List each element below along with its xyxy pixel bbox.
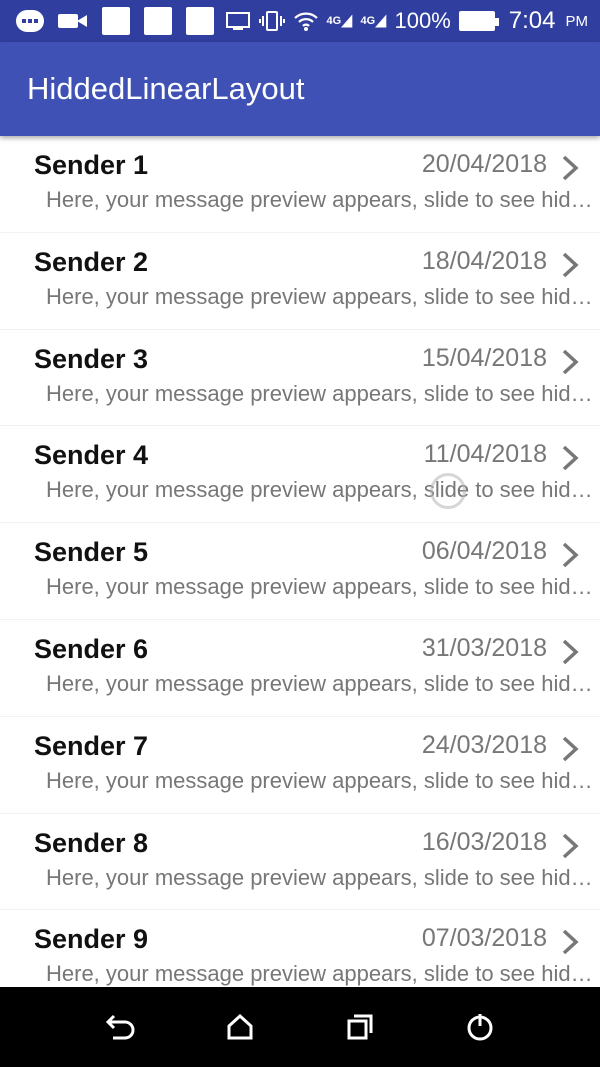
navigation-bar: [0, 987, 600, 1067]
list-item[interactable]: Sender 5 06/04/2018 Here, your message p…: [0, 523, 600, 620]
signal-icon: 4G: [361, 10, 387, 32]
message-date: 06/04/2018: [421, 537, 547, 566]
message-date: 20/04/2018: [421, 150, 547, 178]
battery-percent: 100%: [394, 8, 451, 33]
signal-icon: 4G: [327, 10, 353, 32]
status-notifications: [16, 7, 214, 35]
message-preview: Here, your message preview appears, slid…: [46, 961, 593, 987]
chevron-right-icon[interactable]: [558, 540, 582, 570]
status-indicators: 4G 4G 100% 7:04 PM: [225, 7, 589, 35]
chevron-right-icon[interactable]: [558, 734, 582, 764]
message-date: 16/03/2018: [421, 827, 547, 856]
chevron-right-icon[interactable]: [558, 347, 582, 377]
clock-ampm: PM: [565, 12, 589, 30]
clock-time: 7:04: [508, 7, 556, 34]
power-button[interactable]: [460, 1007, 500, 1047]
app-title: HiddedLinearLayout: [27, 71, 305, 106]
message-list[interactable]: Sender 1 20/04/2018 Here, your message p…: [0, 136, 600, 987]
notification-icon: [144, 7, 172, 35]
sender-name: Sender 3: [34, 343, 149, 374]
sender-name: Sender 6: [34, 633, 149, 664]
chevron-right-icon[interactable]: [558, 443, 582, 473]
battery-icon: [458, 11, 499, 31]
sender-name: Sender 9: [34, 924, 149, 955]
notification-icon: [102, 7, 130, 35]
vibrate-icon: [258, 10, 285, 32]
message-date: 07/03/2018: [421, 924, 547, 953]
signal-label: 4G: [360, 15, 376, 27]
list-item[interactable]: Sender 9 07/03/2018 Here, your message p…: [0, 910, 600, 987]
message-preview: Here, your message preview appears, slid…: [46, 864, 593, 890]
message-preview: Here, your message preview appears, slid…: [46, 477, 593, 503]
video-icon: [58, 12, 88, 30]
sender-name: Sender 8: [34, 827, 149, 858]
sender-name: Sender 7: [34, 730, 149, 761]
sender-name: Sender 5: [34, 537, 149, 568]
home-button[interactable]: [220, 1007, 260, 1047]
list-item[interactable]: Sender 7 24/03/2018 Here, your message p…: [0, 717, 600, 814]
back-button[interactable]: [100, 1007, 140, 1047]
sender-name: Sender 1: [34, 150, 149, 180]
message-date: 11/04/2018: [423, 440, 547, 469]
list-item[interactable]: Sender 1 20/04/2018 Here, your message p…: [0, 136, 600, 233]
message-date: 24/03/2018: [421, 730, 547, 759]
touch-indicator: [430, 473, 466, 509]
message-preview: Here, your message preview appears, slid…: [46, 767, 593, 793]
status-bar: 4G 4G 100% 7:04 PM: [0, 0, 600, 42]
message-preview: Here, your message preview appears, slid…: [46, 187, 593, 212]
message-preview: Here, your message preview appears, slid…: [46, 670, 593, 696]
notification-icon: [186, 7, 214, 35]
home-icon: [227, 1013, 253, 1040]
wifi-icon: [293, 10, 319, 32]
list-item[interactable]: Sender 6 31/03/2018 Here, your message p…: [0, 620, 600, 717]
sender-name: Sender 4: [34, 440, 149, 471]
chevron-right-icon[interactable]: [558, 927, 582, 957]
back-icon: [105, 1014, 135, 1040]
chevron-right-icon[interactable]: [558, 153, 582, 183]
power-icon: [467, 1014, 493, 1041]
list-item[interactable]: Sender 2 18/04/2018 Here, your message p…: [0, 233, 600, 330]
list-item[interactable]: Sender 3 15/04/2018 Here, your message p…: [0, 330, 600, 427]
app-bar: HiddedLinearLayout: [0, 42, 600, 136]
cast-icon: [225, 10, 251, 32]
recents-icon: [347, 1014, 373, 1040]
list-item[interactable]: Sender 8 16/03/2018 Here, your message p…: [0, 814, 600, 911]
message-date: 18/04/2018: [421, 246, 547, 275]
sender-name: Sender 2: [34, 246, 149, 277]
list-item[interactable]: Sender 4 11/04/2018 Here, your message p…: [0, 426, 600, 524]
chevron-right-icon[interactable]: [558, 831, 582, 861]
chat-bubble-icon: [16, 10, 44, 32]
signal-label: 4G: [326, 15, 342, 27]
message-preview: Here, your message preview appears, slid…: [46, 283, 593, 309]
message-date: 31/03/2018: [421, 633, 547, 662]
chevron-right-icon[interactable]: [558, 250, 582, 280]
message-preview: Here, your message preview appears, slid…: [46, 380, 593, 406]
chevron-right-icon[interactable]: [558, 637, 582, 667]
recents-button[interactable]: [340, 1007, 380, 1047]
message-preview: Here, your message preview appears, slid…: [46, 574, 593, 600]
message-date: 15/04/2018: [421, 343, 547, 372]
